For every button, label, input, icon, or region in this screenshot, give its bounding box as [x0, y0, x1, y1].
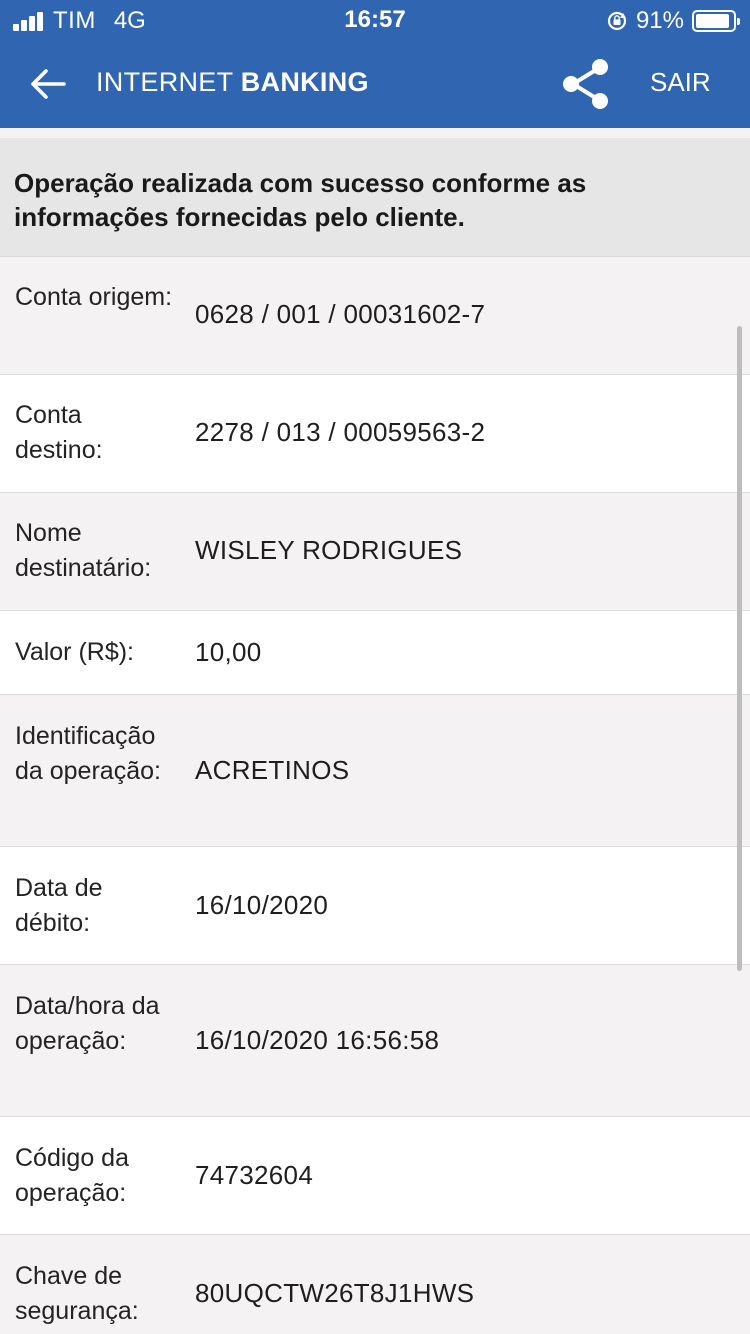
- receipt-row-valor: Valor (R$): 10,00: [0, 611, 750, 695]
- receipt-row-nome-destinatario: Nome destinatário: WISLEY RODRIGUES: [0, 493, 750, 611]
- battery-level: [696, 14, 729, 28]
- orientation-lock-icon: [606, 10, 628, 32]
- scrollbar[interactable]: [737, 326, 742, 971]
- row-value: WISLEY RODRIGUES: [195, 535, 463, 565]
- success-banner: Operação realizada com sucesso conforme …: [0, 138, 750, 257]
- receipt-row-chave: Chave de segurança: 80UQCTW26T8J1HWS: [0, 1235, 750, 1334]
- receipt-row-conta-origem: Conta origem: 0628 / 001 / 00031602-7: [0, 257, 750, 375]
- row-label: Data/hora da operação:: [15, 992, 160, 1055]
- app-title-regular: INTERNET: [96, 67, 233, 97]
- receipt-content: Operação realizada com sucesso conforme …: [0, 138, 750, 1334]
- share-icon: [563, 59, 608, 109]
- row-value: 2278 / 013 / 00059563-2: [195, 417, 486, 447]
- top-bar: TIM 4G 16:57 91% INTERNET BANKING SAIR: [0, 0, 750, 128]
- row-label: Código da operação:: [15, 1144, 129, 1207]
- row-label: Data de débito:: [15, 874, 103, 937]
- row-value: 74732604: [195, 1160, 314, 1190]
- receipt-row-data-hora: Data/hora da operação: 16/10/2020 16:56:…: [0, 965, 750, 1117]
- row-label: Conta origem:: [15, 283, 173, 311]
- logout-button[interactable]: SAIR: [650, 67, 711, 98]
- battery-percentage: 91%: [635, 7, 684, 34]
- app-title-bold: BANKING: [240, 67, 369, 97]
- row-label: Conta destino:: [15, 401, 103, 464]
- receipt-row-conta-destino: Conta destino: 2278 / 013 / 00059563-2: [0, 375, 750, 493]
- receipt-row-data-debito: Data de débito: 16/10/2020: [0, 847, 750, 965]
- row-value: 16/10/2020 16:56:58: [195, 1025, 440, 1055]
- row-label: Chave de segurança:: [15, 1262, 139, 1325]
- back-button[interactable]: [22, 58, 74, 110]
- row-value: 10,00: [195, 637, 262, 667]
- navigation-bar: INTERNET BANKING SAIR: [0, 40, 750, 128]
- row-label: Nome destinatário:: [15, 519, 152, 582]
- row-value: ACRETINOS: [195, 755, 350, 785]
- receipt-row-identificacao: Identificação da operação: ACRETINOS: [0, 695, 750, 847]
- app-title: INTERNET BANKING: [96, 67, 369, 98]
- share-button[interactable]: [556, 54, 616, 114]
- row-label: Identificação da operação:: [15, 722, 161, 785]
- receipt-row-codigo: Código da operação: 74732604: [0, 1117, 750, 1235]
- status-bar: TIM 4G 16:57 91%: [0, 0, 750, 40]
- row-value: 0628 / 001 / 00031602-7: [195, 299, 486, 329]
- row-value: 80UQCTW26T8J1HWS: [195, 1278, 475, 1308]
- row-label: Valor (R$):: [15, 638, 135, 666]
- row-value: 16/10/2020: [195, 890, 329, 920]
- battery-icon: [692, 10, 740, 32]
- arrow-left-icon: [31, 69, 66, 99]
